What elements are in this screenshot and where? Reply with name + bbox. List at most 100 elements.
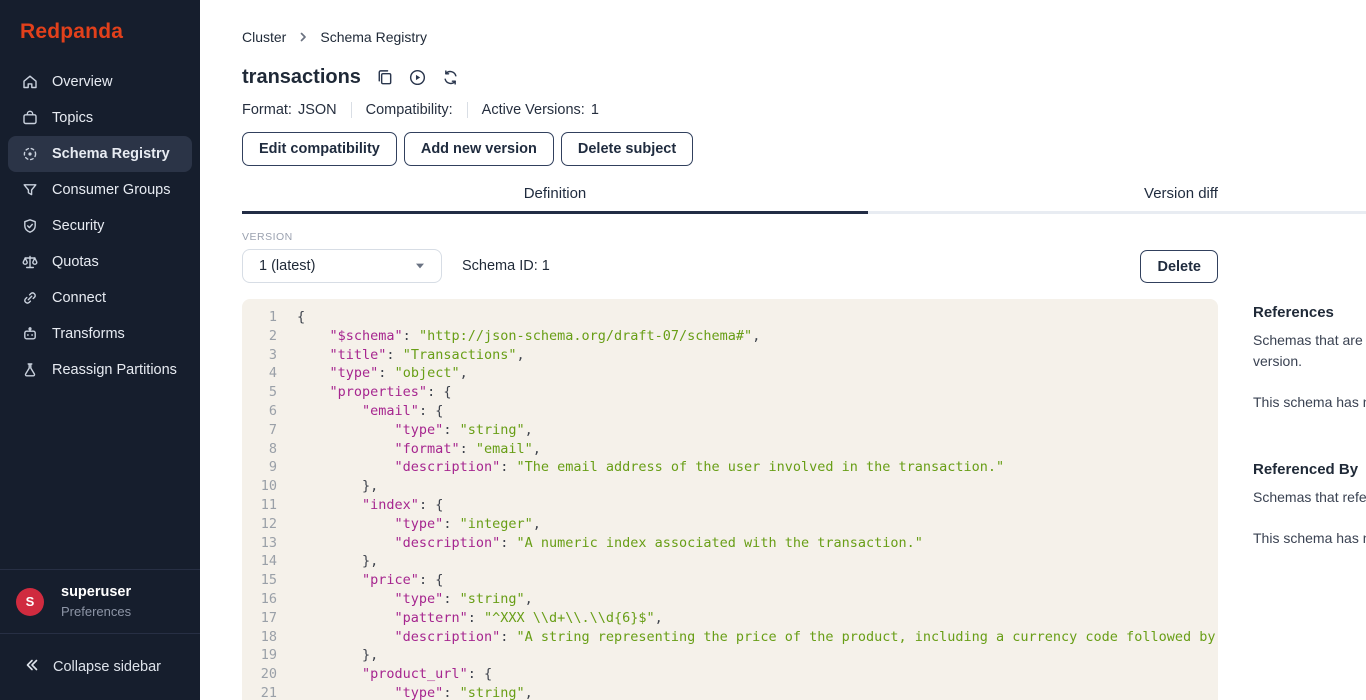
add-new-version-button[interactable]: Add new version [404, 132, 554, 166]
sidebar-item-label: Topics [52, 110, 93, 126]
tab-definition[interactable]: Definition [242, 185, 868, 214]
version-label: VERSION [242, 231, 442, 243]
sidebar-item-overview[interactable]: Overview [8, 64, 192, 100]
main-content: Cluster Schema Registry transactions For… [200, 0, 1366, 700]
meta-label: Active Versions: [482, 102, 585, 118]
line-number: 3 [242, 346, 277, 365]
scales-icon [21, 253, 39, 271]
caret-down-icon [415, 263, 425, 269]
line-number: 13 [242, 534, 277, 553]
sidebar-item-label: Transforms [52, 326, 125, 342]
preferences-link[interactable]: Preferences [61, 604, 131, 619]
meta-separator [351, 102, 352, 118]
code-line: 7 "type": "string", [242, 421, 1218, 440]
schema-code-editor[interactable]: 1{2 "$schema": "http://json-schema.org/d… [242, 299, 1218, 700]
version-select[interactable]: 1 (latest) [242, 249, 442, 283]
refs-paragraph: Schemas that are referenced by this vers… [1253, 330, 1366, 372]
collapse-label: Collapse sidebar [53, 659, 161, 675]
code-line: 1{ [242, 308, 1218, 327]
line-number: 17 [242, 609, 277, 628]
sidebar-item-reassign-partitions[interactable]: Reassign Partitions [8, 352, 192, 388]
subject-meta-row: Format: JSON Compatibility: Active Versions… [242, 102, 1366, 118]
code-line: 2 "$schema": "http://json-schema.org/dra… [242, 327, 1218, 346]
run-icon[interactable] [408, 68, 427, 87]
code-line: 21 "type": "string", [242, 684, 1218, 700]
sidebar-item-label: Connect [52, 290, 106, 306]
code-line: 17 "pattern": "^XXX \\d+\\.\\d{6}$", [242, 609, 1218, 628]
code-line: 11 "index": { [242, 496, 1218, 515]
code-line: 4 "type": "object", [242, 364, 1218, 383]
sidebar-item-label: Quotas [52, 254, 99, 270]
sidebar-item-consumer-groups[interactable]: Consumer Groups [8, 172, 192, 208]
edit-compatibility-button[interactable]: Edit compatibility [242, 132, 397, 166]
redpanda-logo: Redpanda [0, 0, 200, 64]
sidebar-item-quotas[interactable]: Quotas [8, 244, 192, 280]
line-content: "format": "email", [277, 440, 541, 459]
meta-separator [467, 102, 468, 118]
delete-version-button[interactable]: Delete [1140, 250, 1218, 283]
references-panel: References Schemas that are referenced by… [1253, 299, 1366, 597]
sidebar-item-security[interactable]: Security [8, 208, 192, 244]
meta-compatibility: Compatibility: [366, 102, 453, 118]
funnel-icon [21, 181, 39, 199]
sidebar-item-topics[interactable]: Topics [8, 100, 192, 136]
user-section[interactable]: S superuser Preferences [0, 569, 200, 634]
line-content: "type": "string", [277, 421, 533, 440]
copy-icon[interactable] [375, 68, 394, 87]
meta-label: Format: [242, 102, 292, 118]
sidebar-item-label: Security [52, 218, 104, 234]
line-content: "pattern": "^XXX \\d+\\.\\d{6}$", [277, 609, 663, 628]
meta-value: JSON [298, 102, 337, 118]
code-line: 13 "description": "A numeric index assoc… [242, 534, 1218, 553]
schema-registry-icon [21, 145, 39, 163]
tab-version-diff[interactable]: Version diff [868, 185, 1366, 214]
sidebar-item-transforms[interactable]: Transforms [8, 316, 192, 352]
code-line: 16 "type": "string", [242, 590, 1218, 609]
delete-subject-button[interactable]: Delete subject [561, 132, 693, 166]
version-select-value: 1 (latest) [259, 258, 315, 274]
refs-paragraph: Schemas that reference this version. [1253, 487, 1366, 508]
line-number: 15 [242, 571, 277, 590]
line-content: "type": "string", [277, 684, 533, 700]
code-line: 12 "type": "integer", [242, 515, 1218, 534]
code-line: 20 "product_url": { [242, 665, 1218, 684]
topics-icon [21, 109, 39, 127]
refs-heading: Referenced By [1253, 461, 1366, 478]
version-row: VERSION 1 (latest) Schema ID: 1 Delete [242, 231, 1218, 283]
code-line: 14 }, [242, 552, 1218, 571]
collapse-sidebar-button[interactable]: Collapse sidebar [0, 634, 200, 700]
line-content: "title": "Transactions", [277, 346, 525, 365]
line-number: 14 [242, 552, 277, 571]
meta-active-versions: Active Versions:1 [482, 102, 599, 118]
line-content: "product_url": { [277, 665, 492, 684]
refresh-icon[interactable] [441, 68, 460, 87]
breadcrumb-cluster[interactable]: Cluster [242, 29, 286, 45]
line-number: 1 [242, 308, 277, 327]
refs-heading: References [1253, 304, 1366, 321]
line-number: 5 [242, 383, 277, 402]
home-icon [21, 73, 39, 91]
sidebar-item-label: Consumer Groups [52, 182, 170, 198]
actions-row: Edit compatibilityAdd new versionDelete … [242, 132, 1366, 166]
collapse-icon [24, 657, 40, 677]
sidebar-item-schema-registry[interactable]: Schema Registry [8, 136, 192, 172]
schema-id-text: Schema ID: 1 [462, 258, 550, 274]
line-content: "index": { [277, 496, 443, 515]
line-content: }, [277, 552, 378, 571]
avatar[interactable]: S [16, 588, 44, 616]
sidebar-bottom: S superuser Preferences Collapse sidebar [0, 569, 200, 700]
line-content: "email": { [277, 402, 443, 421]
refs-paragraph: This schema has no references. [1253, 392, 1366, 413]
meta-format: Format: JSON [242, 102, 337, 118]
sidebar-item-label: Overview [52, 74, 112, 90]
line-content: "type": "object", [277, 364, 468, 383]
sidebar-nav: Overview Topics Schema Registry Consumer Gr… [0, 64, 200, 388]
line-number: 2 [242, 327, 277, 346]
sidebar-item-connect[interactable]: Connect [8, 280, 192, 316]
refs-section-references: References Schemas that are referenced by… [1253, 304, 1366, 413]
code-line: 10 }, [242, 477, 1218, 496]
line-number: 9 [242, 458, 277, 477]
line-number: 10 [242, 477, 277, 496]
line-number: 21 [242, 684, 277, 700]
line-number: 6 [242, 402, 277, 421]
